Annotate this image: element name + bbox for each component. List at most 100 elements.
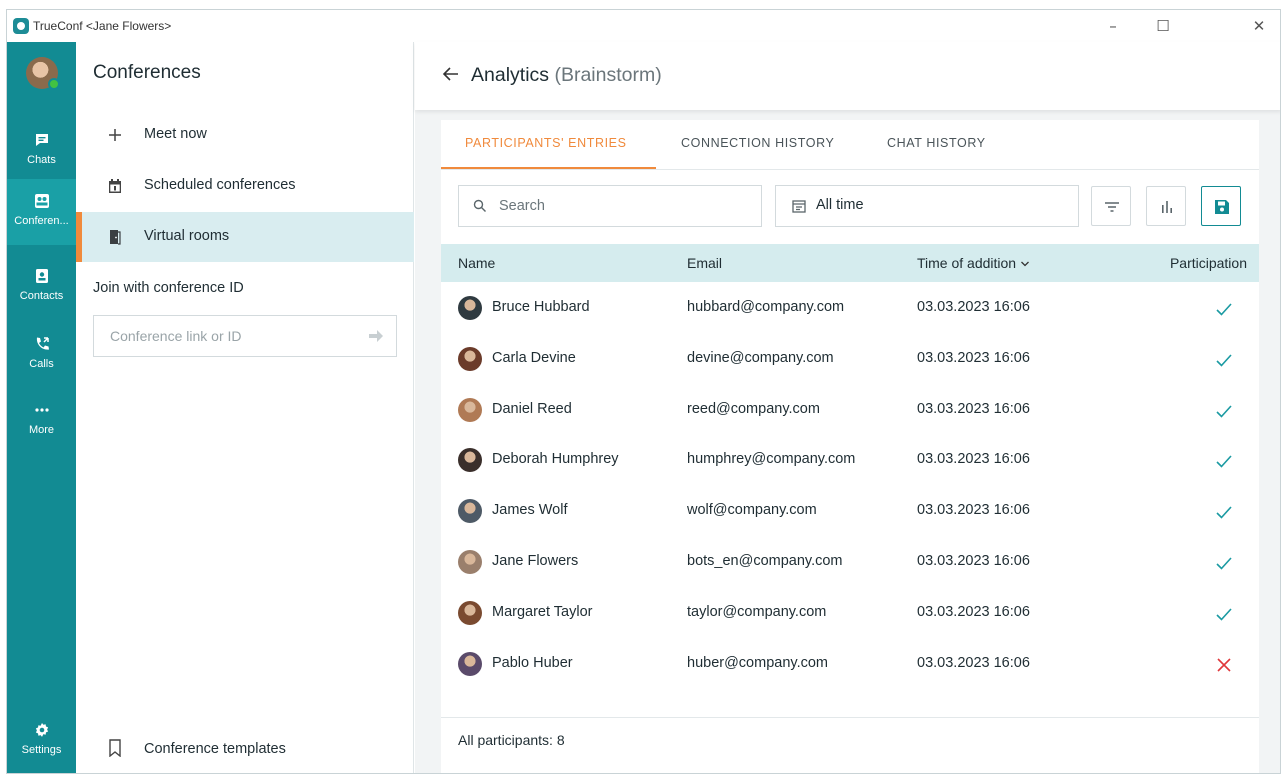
conferences-panel: Conferences Meet now Scheduled conferenc… xyxy=(76,42,414,773)
participant-name: Jane Flowers xyxy=(492,553,579,569)
check-icon xyxy=(1216,455,1232,469)
analytics-card: PARTICIPANTS' ENTRIES CONNECTION HISTORY… xyxy=(441,120,1259,773)
participant-email: taylor@company.com xyxy=(687,603,827,620)
table-header: Name Email Time of addition Participatio… xyxy=(441,244,1259,282)
participant-name: Pablo Huber xyxy=(492,654,573,671)
column-header-participation[interactable]: Participation xyxy=(1170,255,1247,271)
participant-time-added: 03.03.2023 16:06 xyxy=(917,502,1030,519)
chevron-down-icon xyxy=(1021,261,1029,267)
online-status-icon xyxy=(48,78,60,90)
check-icon xyxy=(1216,557,1232,570)
table-row[interactable]: James Wolf wolf@company.com 03.03.2023 16:… xyxy=(441,487,1259,538)
participant-email: bots_en@company.com xyxy=(687,553,843,569)
participants-count: All participants: 8 xyxy=(458,732,565,748)
rail-label-chats: Chats xyxy=(27,154,56,166)
rail-item-conferences[interactable]: Conferen... xyxy=(7,179,76,245)
table-row[interactable]: Bruce Hubbard hubbard@company.com 03.03.20… xyxy=(441,284,1259,335)
bookmark-icon xyxy=(109,739,121,757)
check-icon xyxy=(1216,608,1232,621)
conference-templates-label: Conference templates xyxy=(144,741,286,757)
page-title-subtitle: (Brainstorm) xyxy=(554,64,662,86)
menu-label-meet-now: Meet now xyxy=(144,126,207,142)
menu-item-scheduled-conferences[interactable]: Scheduled conferences xyxy=(76,161,414,211)
tab-chat-history[interactable]: CHAT HISTORY xyxy=(887,136,986,150)
column-header-email[interactable]: Email xyxy=(687,255,722,271)
participant-name: James Wolf xyxy=(492,502,568,519)
filter-button[interactable] xyxy=(1091,186,1131,226)
menu-item-virtual-rooms[interactable]: Virtual rooms xyxy=(76,212,414,262)
rail-item-calls[interactable]: Calls xyxy=(7,322,76,388)
page-title: Analytics (Brainstorm) xyxy=(471,64,662,87)
calendar-icon xyxy=(792,200,806,213)
window-title: TrueConf <Jane Flowers> xyxy=(33,19,172,33)
participant-email: devine@company.com xyxy=(687,349,834,366)
rail-label-contacts: Contacts xyxy=(19,290,64,302)
minimize-button[interactable]: – xyxy=(1097,14,1129,38)
conference-icon xyxy=(35,194,49,208)
column-header-name[interactable]: Name xyxy=(458,255,495,271)
participant-avatar xyxy=(458,397,482,422)
rail-item-more[interactable]: More xyxy=(7,388,76,454)
statistics-button[interactable] xyxy=(1146,186,1186,226)
back-arrow-icon[interactable] xyxy=(441,64,461,84)
bar-chart-icon xyxy=(1162,201,1172,213)
rail-label-conferences: Conferen... xyxy=(14,215,69,227)
save-report-button[interactable] xyxy=(1201,186,1241,226)
table-row[interactable]: Deborah Humphrey humphrey@company.com 03.0… xyxy=(441,436,1259,487)
participant-avatar xyxy=(458,296,482,320)
join-with-id-label: Join with conference ID xyxy=(93,280,244,296)
table-row[interactable]: Daniel Reed reed@company.com 03.03.2023 16… xyxy=(441,386,1259,437)
table-footer: All participants: 8 xyxy=(441,717,1259,773)
table-row[interactable]: Margaret Taylor taylor@company.com 03.03.2… xyxy=(441,589,1259,640)
rail-label-more: More xyxy=(28,424,55,436)
participant-name: Carla Devine xyxy=(492,349,576,366)
calls-icon xyxy=(36,337,49,350)
close-button[interactable]: ✕ xyxy=(1243,14,1275,38)
check-icon xyxy=(1216,506,1232,519)
participant-time-added: 03.03.2023 16:06 xyxy=(917,603,1030,620)
time-filter-select[interactable]: All time xyxy=(775,185,1079,227)
navigation-rail: Chats Conferen... Contacts Calls More Se… xyxy=(7,42,76,773)
arrow-right-icon[interactable] xyxy=(368,329,384,343)
participant-name: Bruce Hubbard xyxy=(492,299,590,315)
door-icon xyxy=(110,230,121,245)
maximize-button[interactable]: ☐ xyxy=(1147,14,1179,38)
conference-templates-item[interactable]: Conference templates xyxy=(76,730,414,770)
rail-label-calls: Calls xyxy=(29,358,54,370)
analytics-header: Analytics (Brainstorm) xyxy=(415,42,1280,110)
tab-participants-entries[interactable]: PARTICIPANTS' ENTRIES xyxy=(465,136,627,150)
menu-label-scheduled-conferences: Scheduled conferences xyxy=(144,177,296,193)
participant-time-added: 03.03.2023 16:06 xyxy=(917,400,1030,417)
check-icon xyxy=(1216,303,1232,316)
participant-email: hubbard@company.com xyxy=(687,299,845,315)
conference-id-input[interactable]: Conference link or ID xyxy=(93,315,397,357)
rail-label-settings: Settings xyxy=(21,744,62,756)
time-filter-value: All time xyxy=(816,197,864,213)
column-header-time[interactable]: Time of addition xyxy=(917,255,1030,271)
active-tab-indicator xyxy=(441,167,656,169)
app-window: TrueConf <Jane Flowers> – ☐ ✕ Chats Conf… xyxy=(6,9,1281,774)
rail-item-contacts[interactable]: Contacts xyxy=(7,254,76,320)
search-icon xyxy=(473,199,486,212)
participant-name: Deborah Humphrey xyxy=(492,451,619,468)
participant-time-added: 03.03.2023 16:06 xyxy=(917,349,1030,366)
table-row[interactable]: Pablo Huber huber@company.com 03.03.2023 1… xyxy=(441,640,1259,691)
rail-item-chats[interactable]: Chats xyxy=(7,118,76,184)
participant-time-added: 03.03.2023 16:06 xyxy=(917,654,1030,671)
search-placeholder: Search xyxy=(499,198,545,214)
participant-time-added: 03.03.2023 16:06 xyxy=(917,299,1030,315)
plus-icon xyxy=(109,129,121,141)
rail-item-settings[interactable]: Settings xyxy=(7,708,76,773)
search-input[interactable]: Search xyxy=(458,185,762,227)
participant-avatar xyxy=(458,550,482,574)
tab-bar: PARTICIPANTS' ENTRIES CONNECTION HISTORY… xyxy=(441,120,1259,170)
table-row[interactable]: Jane Flowers bots_en@company.com 03.03.202… xyxy=(441,538,1259,589)
participant-email: huber@company.com xyxy=(687,654,828,671)
save-icon xyxy=(1215,200,1229,214)
column-header-time-label: Time of addition xyxy=(917,255,1017,271)
participant-email: wolf@company.com xyxy=(687,502,817,519)
tab-connection-history[interactable]: CONNECTION HISTORY xyxy=(681,136,834,150)
table-row[interactable]: Carla Devine devine@company.com 03.03.2023… xyxy=(441,335,1259,386)
participant-avatar xyxy=(458,448,482,473)
menu-item-meet-now[interactable]: Meet now xyxy=(76,110,414,160)
